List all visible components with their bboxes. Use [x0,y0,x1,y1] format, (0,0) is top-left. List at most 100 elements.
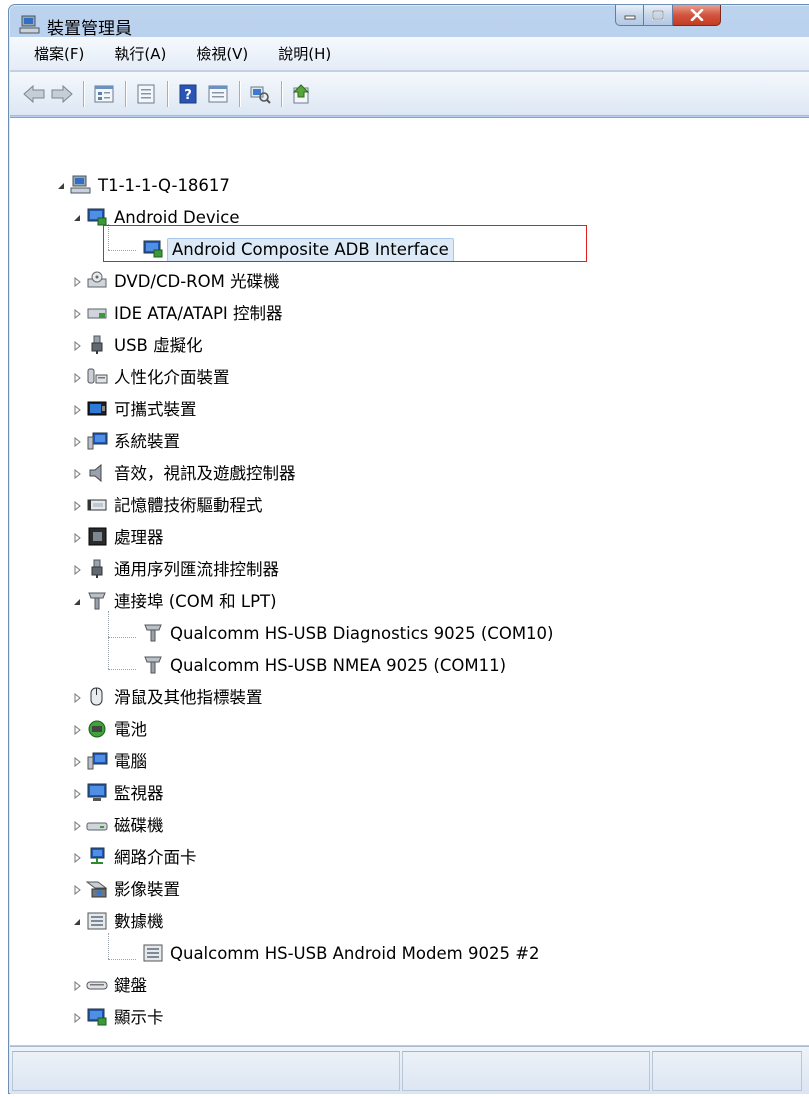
expand-icon[interactable] [72,981,82,991]
imaging-device-icon [86,881,108,898]
device-list-button[interactable] [134,82,158,106]
tree-node-label: Android Device [114,208,240,227]
back-button[interactable] [22,82,46,106]
tree-node-label: 電腦 [114,752,147,771]
monitor-icon [87,783,107,801]
window-title: 裝置管理員 [47,19,132,39]
expand-icon[interactable] [72,405,82,415]
tree-node-label: Qualcomm HS-USB Android Modem 9025 #2 [170,944,540,963]
update-driver-button[interactable] [290,82,314,106]
device-list-icon [137,84,155,104]
view-icon [208,85,228,103]
expand-icon[interactable] [72,1013,82,1023]
expand-icon[interactable] [72,693,82,703]
menu-bar: 檔案(F) 執行(A) 檢視(V) 說明(H) [10,37,809,71]
properties-icon [94,85,114,103]
tree-node-label: 通用序列匯流排控制器 [114,560,279,579]
expand-icon[interactable] [72,853,82,863]
tree-node-label: 顯示卡 [114,1008,164,1027]
dvd-drive-icon [87,271,107,288]
expand-icon[interactable] [72,821,82,831]
expand-icon[interactable] [72,373,82,383]
tree-node-label: 滑鼠及其他指標裝置 [114,688,263,707]
computer-icon [19,15,40,34]
title-bar[interactable]: 裝置管理員 [9,5,809,39]
tree-node-label: Qualcomm HS-USB NMEA 9025 (COM11) [170,656,507,675]
tree-node-label: 人性化介面裝置 [114,368,230,387]
android-device-icon [87,208,107,226]
expand-icon[interactable] [72,533,82,543]
modem-icon [87,912,107,930]
expand-icon[interactable] [72,277,82,287]
usb-controller-icon [91,559,103,578]
device-manager-window: 裝置管理員 檔案(F) 執行(A) 檢視(V) 說明(H) ? T1-1-1-Q… [8,4,809,1094]
mouse-icon [90,687,103,706]
view-button[interactable] [206,82,230,106]
computer-icon [70,175,91,194]
expand-icon[interactable] [72,437,82,447]
minimize-icon [624,15,635,20]
expand-icon[interactable] [72,565,82,575]
expand-icon[interactable] [72,725,82,735]
expand-icon[interactable] [72,309,82,319]
portable-device-icon [87,401,107,416]
keyboard-icon [86,981,108,990]
toolbar: ? [10,72,809,116]
collapse-icon[interactable] [56,181,66,191]
menu-help[interactable]: 說明(H) [278,43,331,64]
maximize-icon [652,10,664,20]
tree-node-label: 連接埠 (COM 和 LPT) [114,592,277,611]
expand-icon[interactable] [72,501,82,511]
properties-button[interactable] [92,82,116,106]
disk-drive-icon [86,822,108,831]
minimize-button[interactable] [615,5,644,26]
forward-button[interactable] [50,82,74,106]
tree-node-label: 監視器 [114,784,164,803]
menu-file[interactable]: 檔案(F) [34,43,84,64]
port-icon [144,624,162,642]
collapse-icon[interactable] [72,213,82,223]
tree-node-label: 記憶體技術驅動程式 [114,496,263,515]
port-icon [88,592,106,610]
tree-node-label: 音效，視訊及遊戲控制器 [114,464,296,483]
tree-node-label: 網路介面卡 [114,848,197,867]
tree-node-label: IDE ATA/ATAPI 控制器 [114,304,283,323]
expand-icon[interactable] [72,341,82,351]
battery-icon [88,720,106,738]
device-tree[interactable]: T1-1-1-Q-18617 Android Device Android Co… [10,117,809,1045]
system-device-icon [87,432,108,450]
tree-node-label: 磁碟機 [114,816,164,835]
menu-view[interactable]: 檢視(V) [196,43,248,64]
tree-node-label: 數據機 [114,912,164,931]
collapse-icon[interactable] [72,917,82,927]
port-icon [144,656,162,674]
scan-hardware-button[interactable] [248,82,272,106]
close-icon [690,9,703,21]
tree-node-label: 鍵盤 [114,976,147,995]
scan-hardware-icon [250,86,271,104]
svg-text:?: ? [184,88,192,103]
computer-icon [87,752,108,770]
hid-icon [87,368,108,384]
forward-arrow-icon [51,84,73,104]
android-device-icon [143,240,163,258]
menu-action[interactable]: 執行(A) [114,43,166,64]
network-adapter-icon [90,847,105,864]
ide-controller-icon [87,308,107,319]
help-button[interactable]: ? [176,82,200,106]
tree-node-label: USB 虛擬化 [114,336,203,355]
expand-icon[interactable] [72,885,82,895]
display-adapter-icon [87,1008,107,1026]
processor-icon [88,527,107,546]
tree-root-label: T1-1-1-Q-18617 [98,176,230,195]
tree-node-label: 影像裝置 [114,880,180,899]
tree-node-label: 系統裝置 [114,432,180,451]
tree-node-label: 電池 [114,720,147,739]
close-button[interactable] [673,5,721,26]
expand-icon[interactable] [72,469,82,479]
collapse-icon[interactable] [72,597,82,607]
expand-icon[interactable] [72,757,82,767]
expand-icon[interactable] [72,789,82,799]
maximize-button[interactable] [644,5,673,26]
tree-node-label: 可攜式裝置 [114,400,197,419]
